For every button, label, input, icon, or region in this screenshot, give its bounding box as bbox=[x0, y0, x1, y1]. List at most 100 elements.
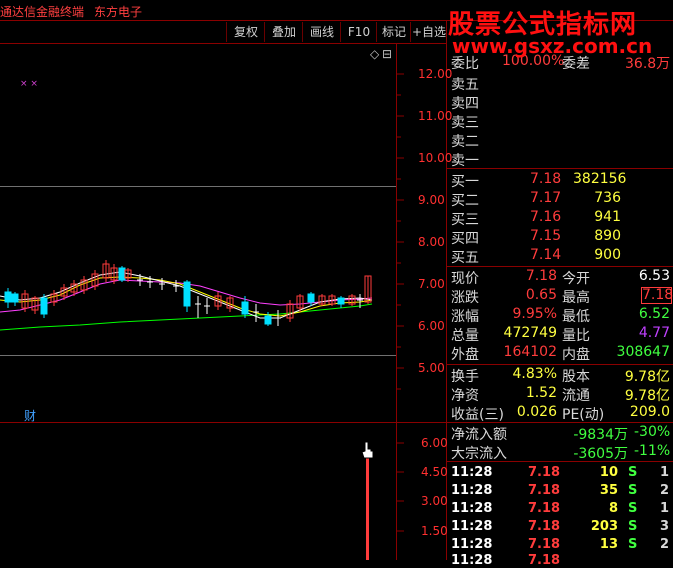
watermark-url: www.gsxz.com.cn bbox=[452, 34, 653, 58]
ma-green-line bbox=[0, 303, 373, 331]
stat-label: 内盘 bbox=[562, 347, 590, 363]
stat-label: 收益(三) bbox=[451, 407, 504, 423]
trade-volume: 35 bbox=[599, 483, 618, 498]
trade-time: 11:28 bbox=[451, 483, 493, 498]
flow-label: 大宗流入 bbox=[451, 446, 507, 462]
buy-level-label: 买三 bbox=[451, 212, 479, 228]
stat-value: 1.52 bbox=[525, 385, 557, 401]
buy-level-volume: 382156 bbox=[573, 171, 627, 187]
trade-count: 1 bbox=[660, 465, 670, 480]
trade-side: S bbox=[628, 537, 638, 552]
trade-time: 11:28 bbox=[451, 501, 493, 516]
trade-side: S bbox=[628, 519, 638, 534]
toolbar-add-watchlist-button[interactable]: +自选 bbox=[410, 22, 447, 42]
toolbar-draw-button[interactable]: 画线 bbox=[302, 22, 341, 42]
stat-value: 6.52 bbox=[638, 306, 670, 322]
trade-time: 11:28 bbox=[451, 553, 493, 568]
finance-marker[interactable]: 财 bbox=[24, 407, 36, 424]
sell-level-label: 卖五 bbox=[451, 77, 479, 93]
buy-level-volume: 890 bbox=[594, 228, 621, 244]
stat-value: 209.0 bbox=[629, 404, 670, 420]
price-axis-label: 9.00 bbox=[418, 193, 445, 207]
trade-price: 7.18 bbox=[528, 483, 561, 498]
stat-label: 净资 bbox=[451, 388, 479, 404]
toolbar-fuquan-button[interactable]: 复权 bbox=[226, 22, 265, 42]
trade-side: S bbox=[628, 465, 638, 480]
diamond-icon: ◇ bbox=[370, 47, 380, 61]
price-axis-label: 12.00 bbox=[418, 67, 453, 81]
flow-percent: -11% bbox=[634, 443, 671, 459]
buy-level-volume: 736 bbox=[594, 190, 621, 206]
buy-level-label: 买五 bbox=[451, 250, 479, 266]
stat-value: 6.53 bbox=[638, 268, 670, 284]
flow-value: -9834万 bbox=[573, 427, 628, 443]
buy-level-volume: 941 bbox=[594, 209, 621, 225]
trade-volume: 10 bbox=[599, 465, 618, 480]
buy-level-price: 7.18 bbox=[530, 171, 562, 187]
sell-level-label: 卖四 bbox=[451, 96, 479, 112]
price-axis-label: 11.00 bbox=[418, 109, 453, 123]
trade-count: 1 bbox=[660, 501, 670, 516]
stat-value: 0.65 bbox=[525, 287, 557, 303]
trade-side: S bbox=[628, 501, 638, 516]
stat-label: 今开 bbox=[562, 271, 590, 287]
stat-value: 164102 bbox=[503, 344, 557, 360]
stat-value: 9.78亿 bbox=[624, 388, 670, 404]
price-axis-label: 8.00 bbox=[418, 235, 445, 249]
trade-time: 11:28 bbox=[451, 519, 493, 534]
price-axis-label: 10.00 bbox=[418, 151, 453, 165]
sell-level-label: 卖二 bbox=[451, 134, 479, 150]
buy-level-price: 7.14 bbox=[530, 247, 562, 263]
stat-value: 0.026 bbox=[516, 404, 557, 420]
stat-label: 涨跌 bbox=[451, 290, 479, 306]
flow-percent: -30% bbox=[634, 424, 671, 440]
price-axis-label: 6.00 bbox=[418, 319, 445, 333]
flow-value: -3605万 bbox=[573, 446, 628, 462]
trade-volume: 13 bbox=[599, 537, 618, 552]
volume-axis-label: 4.50 bbox=[421, 465, 448, 479]
stat-label: 外盘 bbox=[451, 347, 479, 363]
stat-label: 流通 bbox=[562, 388, 590, 404]
buy-level-label: 买四 bbox=[451, 231, 479, 247]
trade-count: 2 bbox=[660, 537, 670, 552]
hand-cursor-icon bbox=[361, 441, 374, 459]
stat-value: 308647 bbox=[616, 344, 670, 360]
volume-bar bbox=[366, 456, 369, 560]
stat-label: 涨幅 bbox=[451, 309, 479, 325]
stat-value: 9.78亿 bbox=[624, 369, 670, 385]
stat-label: 现价 bbox=[451, 271, 479, 287]
svg-text:× ×: × × bbox=[20, 79, 38, 89]
stat-value: 9.95% bbox=[512, 306, 557, 322]
buy-level-price: 7.17 bbox=[530, 190, 562, 206]
volume-axis-label: 1.50 bbox=[421, 524, 448, 538]
buy-level-label: 买一 bbox=[451, 174, 479, 190]
volume-axis-label: 3.00 bbox=[421, 494, 448, 508]
price-axis-ticks bbox=[397, 73, 404, 532]
stat-label: 量比 bbox=[562, 328, 590, 344]
volume-axis-label: 6.00 bbox=[421, 436, 448, 450]
sell-level-label: 卖三 bbox=[451, 115, 479, 131]
toolbar-f10-button[interactable]: F10 bbox=[340, 22, 377, 42]
stat-label: 最低 bbox=[562, 309, 590, 325]
trade-time: 11:28 bbox=[451, 537, 493, 552]
sell-level-label: 卖一 bbox=[451, 153, 479, 169]
price-axis-label: 5.00 bbox=[418, 361, 445, 375]
trade-time: 11:28 bbox=[451, 465, 493, 480]
trade-volume: 203 bbox=[590, 519, 618, 534]
trade-price: 7.18 bbox=[528, 519, 561, 534]
buy-level-volume: 900 bbox=[594, 247, 621, 263]
toolbar-mark-button[interactable]: 标记 bbox=[376, 22, 411, 42]
stat-label: 最高 bbox=[562, 290, 590, 306]
toolbar-overlay-button[interactable]: 叠加 bbox=[264, 22, 303, 42]
stat-label: 股本 bbox=[562, 369, 590, 385]
trade-price: 7.18 bbox=[528, 537, 561, 552]
trade-side: S bbox=[628, 483, 638, 498]
trade-price: 7.18 bbox=[528, 501, 561, 516]
stat-label: 换手 bbox=[451, 369, 479, 385]
trade-price: 7.18 bbox=[528, 465, 561, 480]
buy-level-price: 7.15 bbox=[530, 228, 562, 244]
trade-count: 3 bbox=[660, 519, 670, 534]
buy-level-price: 7.16 bbox=[530, 209, 562, 225]
stat-value: 4.77 bbox=[638, 325, 670, 341]
trade-count: 2 bbox=[660, 483, 670, 498]
